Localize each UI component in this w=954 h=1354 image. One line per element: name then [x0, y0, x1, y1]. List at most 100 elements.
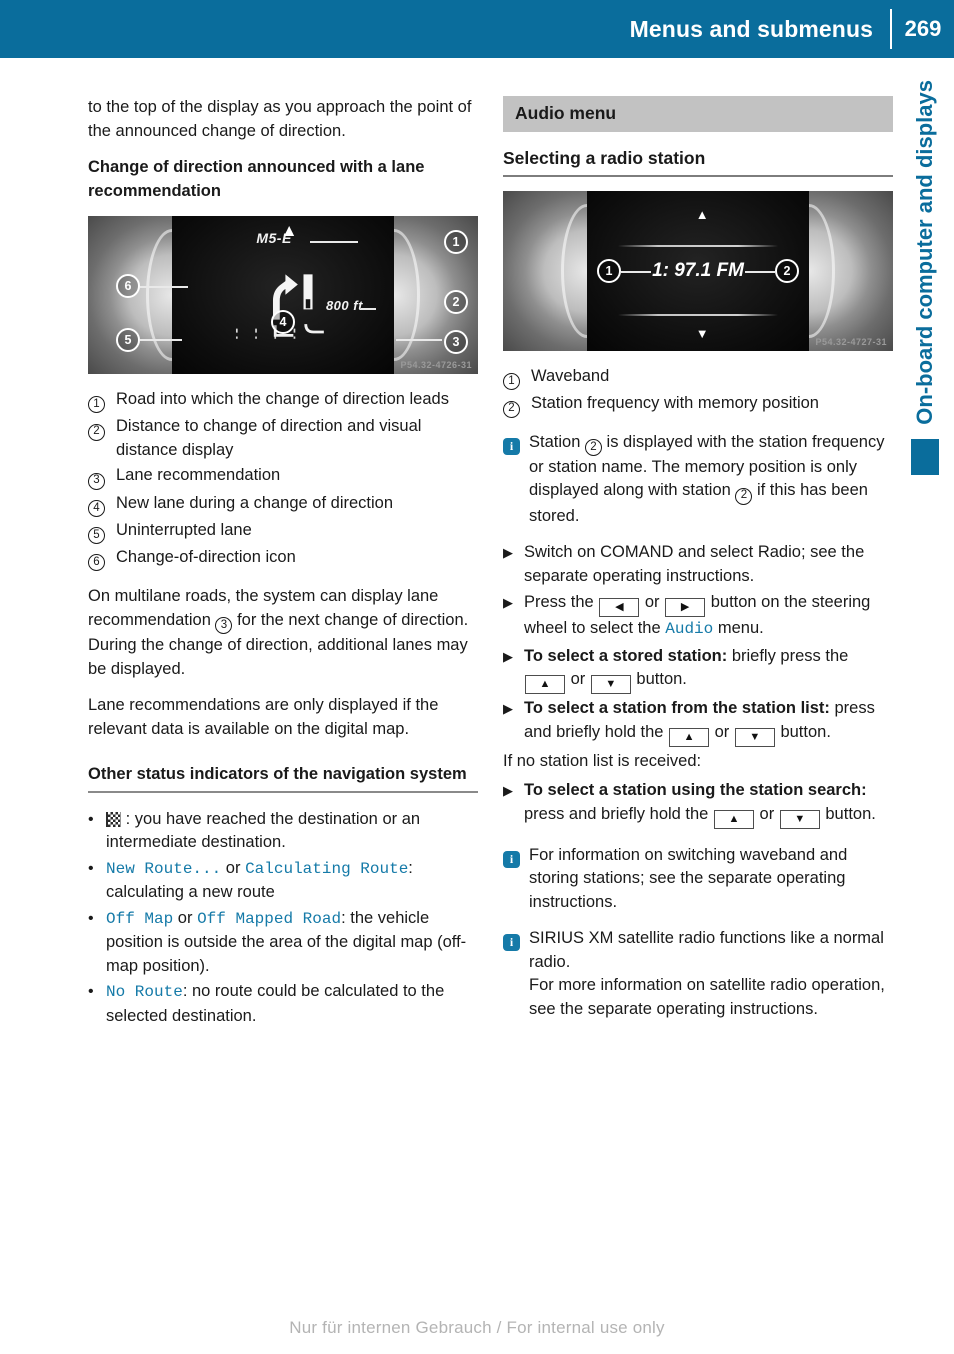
- list-item: • No Route: no route could be calculated…: [88, 980, 478, 1028]
- down-arrow-button-icon[interactable]: ▼: [734, 727, 775, 747]
- divider-line-top: [618, 245, 778, 248]
- down-arrow-button-icon[interactable]: ▼: [590, 675, 631, 694]
- numbered-item-marker: 1: [88, 388, 116, 414]
- chapter-tab-marker: [910, 438, 939, 475]
- numbered-item-marker: 1: [503, 365, 531, 391]
- numbered-item-text: Lane recommendation: [116, 466, 281, 485]
- paragraph-lane-recommendations: Lane recommendations are only displayed …: [88, 696, 439, 738]
- numbered-item: 4 New lane during a change of direction: [88, 492, 478, 517]
- heading-change-of-direction: Change of direction announced with a lan…: [88, 158, 425, 200]
- numbered-item: 6 Change-of-direction icon: [88, 546, 478, 572]
- numbered-item-text: Waveband: [531, 367, 610, 385]
- up-arrow-button-icon[interactable]: ▲: [525, 675, 565, 694]
- display-text: Off Mapped Road: [197, 909, 342, 928]
- inline-ref-2: 2: [735, 487, 753, 505]
- numbered-item-marker: 4: [88, 492, 116, 517]
- numbered-item-marker: 2: [503, 392, 531, 418]
- instruction-step: ▶ To select a station from the station l…: [503, 697, 893, 747]
- numbered-item-text: Station frequency with memory position: [531, 394, 819, 413]
- display-text: Off Map: [106, 909, 174, 928]
- callout-lead-1: [309, 241, 359, 244]
- bullet-join: or: [221, 858, 246, 877]
- step-join: or: [640, 593, 665, 611]
- numbered-item: 5 Uninterrupted lane: [88, 519, 478, 544]
- instruction-step: ▶ To select a station using the station …: [503, 779, 893, 829]
- no-station-list-line: If no station list is received:: [503, 751, 702, 770]
- step-join: or: [566, 670, 590, 688]
- list-item: • Off Map or Off Mapped Road: the vehicl…: [88, 907, 478, 979]
- instrument-dial-left: [503, 191, 613, 351]
- step-text-before: press and briefly hold the: [524, 804, 713, 823]
- numbered-item: 1 Waveband: [503, 365, 893, 391]
- callout-lead-2: [745, 271, 775, 273]
- step-join: or: [754, 804, 779, 823]
- note-text: Station 2 is displayed with the station …: [529, 431, 893, 529]
- callout-lead-5: [140, 339, 182, 341]
- numbered-item-text: Change-of-direction icon: [116, 548, 296, 566]
- right-arrow-button-icon[interactable]: ▶: [665, 598, 706, 617]
- figure-radio-display: ▲ 1: 97.1 FM ▼ 1 2 P54.32-4727-31: [503, 191, 893, 351]
- left-column: to the top of the display as you approac…: [88, 96, 478, 1030]
- numbered-item-text: Uninterrupted lane: [116, 520, 252, 539]
- note-sirius: i SIRIUS XM satellite radio functions li…: [503, 927, 893, 974]
- bullet-marker: •: [88, 909, 94, 927]
- right-column: Audio menu Selecting a radio station ▲ 1…: [503, 96, 893, 1034]
- numbered-item: 1 Road into which the change of directio…: [88, 388, 478, 414]
- step-text: To select a station from the station lis…: [524, 697, 893, 747]
- numbered-item: 2 Distance to change of direction and vi…: [88, 415, 478, 462]
- numbered-item-marker: 2: [88, 415, 116, 441]
- bullet-marker: •: [88, 810, 94, 828]
- callout-1: 1: [597, 259, 621, 283]
- list-item: • : you have reached the destination or …: [88, 808, 478, 855]
- step-arrow-icon: ▶: [503, 783, 513, 798]
- figure-image-code: P54.32-4727-31: [815, 337, 887, 347]
- chapter-side-tab: On-board computer and displays: [895, 80, 954, 640]
- up-arrow-button-icon[interactable]: ▲: [713, 809, 754, 829]
- instrument-screen: M5-E 800 ft ▲: [172, 216, 394, 374]
- instruction-step: ▶ Switch on COMAND and select Radio; see…: [503, 541, 893, 588]
- note-text: For information on switching waveband an…: [529, 845, 848, 911]
- section-heading-audio-menu: Audio menu: [503, 96, 893, 132]
- step-text-before: briefly press the: [727, 646, 849, 665]
- figure-image-code: P54.32-4726-31: [400, 360, 472, 370]
- callout-6: 6: [116, 274, 140, 298]
- callout-3: 3: [444, 330, 468, 354]
- bullet-0-text: : you have reached the destination or an…: [106, 809, 421, 852]
- step-text-end: menu.: [713, 619, 764, 637]
- info-icon: i: [503, 927, 529, 952]
- page-number: 269: [904, 16, 942, 41]
- info-icon: i: [503, 844, 529, 868]
- callout-2: 2: [775, 259, 799, 283]
- callout-5: 5: [116, 328, 140, 352]
- display-text: New Route...: [106, 859, 222, 878]
- intro-paragraph: to the top of the display as you approac…: [88, 98, 472, 140]
- bullet-marker: •: [88, 859, 94, 877]
- numbered-item-marker: 5: [88, 519, 116, 544]
- step-text: To select a stored station: briefly pres…: [524, 645, 893, 694]
- numbered-item-text: Distance to change of direction and visu…: [116, 417, 422, 459]
- instruction-step: ▶ Press the ◀ or ▶ button on the steerin…: [503, 591, 893, 642]
- scroll-down-arrow-icon: ▼: [695, 326, 709, 342]
- note-text-a: Station: [529, 432, 585, 451]
- direction-arrow-graphic: [235, 273, 324, 339]
- left-arrow-button-icon[interactable]: ◀: [599, 598, 640, 617]
- up-arrow-button-icon[interactable]: ▲: [669, 727, 710, 747]
- down-arrow-button-icon[interactable]: ▼: [779, 809, 820, 829]
- heading-other-status-indicators: Other status indicators of the navigatio…: [88, 763, 478, 793]
- display-text: Calculating Route: [245, 859, 409, 878]
- step-arrow-icon: ▶: [503, 648, 513, 664]
- list-item: • New Route... or Calculating Route: cal…: [88, 857, 478, 905]
- instrument-dial-right: [783, 191, 893, 351]
- list-item-text: No Route: no route could be calculated t…: [106, 980, 478, 1028]
- numbered-item: 3 Lane recommendation: [88, 464, 478, 490]
- callout-1: 1: [444, 230, 468, 254]
- step-arrow-icon: ▶: [503, 595, 513, 610]
- scroll-up-arrow-icon: ▲: [695, 207, 709, 222]
- step-text: Press the ◀ or ▶ button on the steering …: [524, 591, 893, 642]
- step-text: Switch on COMAND and select Radio; see t…: [524, 543, 865, 585]
- page-header: Menus and submenus 269: [0, 0, 954, 58]
- checkered-flag-icon: [106, 811, 121, 827]
- note-station-display: i Station 2 is displayed with the statio…: [503, 431, 893, 529]
- info-icon: i: [503, 431, 529, 455]
- note-text: SIRIUS XM satellite radio functions like…: [529, 929, 884, 971]
